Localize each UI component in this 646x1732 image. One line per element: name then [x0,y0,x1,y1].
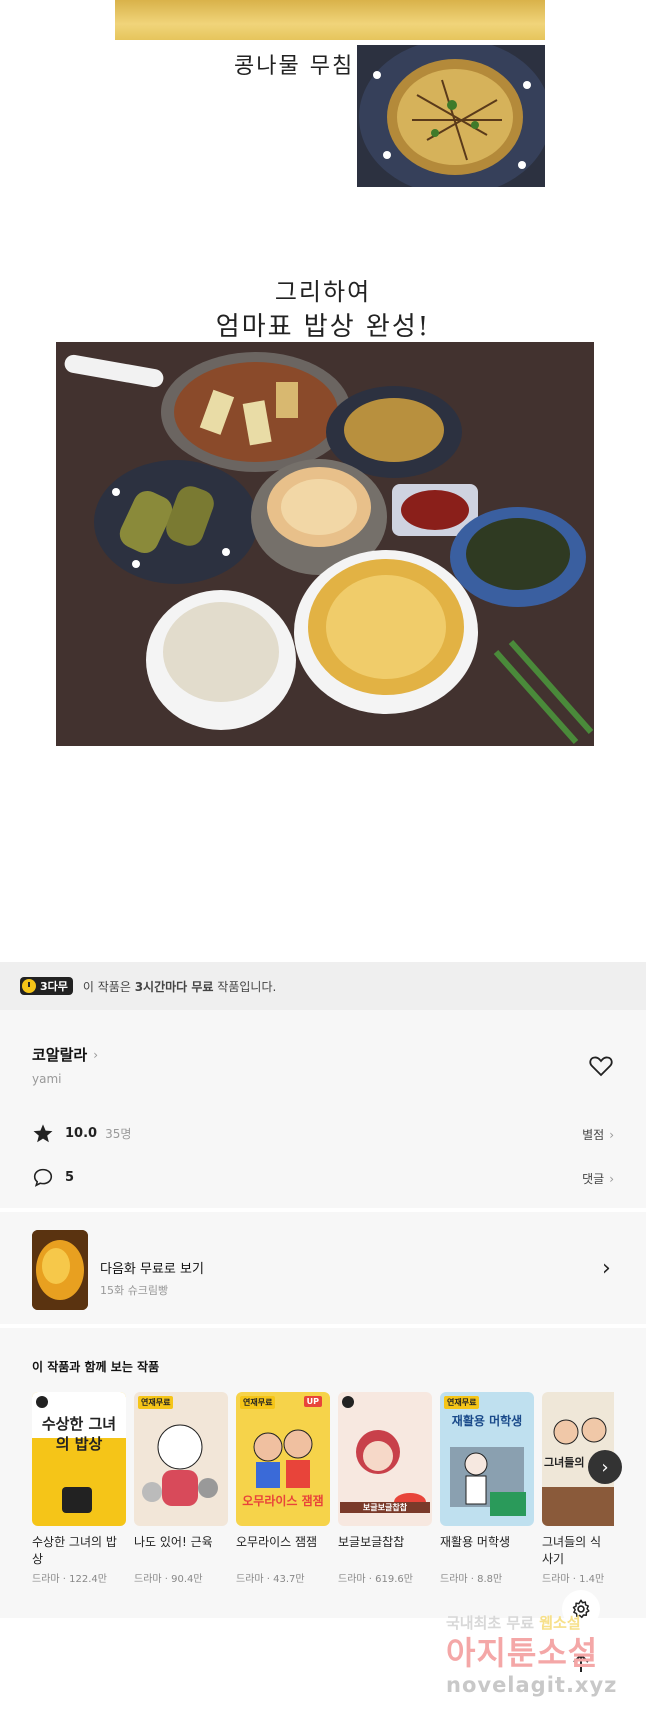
comments-row: 5 [32,1167,74,1188]
recommendation-cover: 연재무료 UP 오무라이스 잼잼 [236,1392,330,1526]
comments-link[interactable]: 댓글 › [582,1170,614,1187]
clock-icon [36,1396,48,1408]
rating-value: 10.0 [65,1126,98,1141]
recommendation-meta: 드라마 · 90.4만 [134,1574,203,1585]
work-title: 코알랄라 [32,1046,88,1064]
recommendation-item[interactable]: 연재무료 UP 오무라이스 잼잼 오무라이스 잼잼 드라마 · 43.7만 [236,1392,330,1585]
recommendation-title: 수상한 그녀의 밥상 [32,1535,117,1566]
next-episode-card[interactable]: 다음화 무료로 보기 15화 슈크림빵 › [0,1212,646,1324]
clock-icon [22,979,36,993]
rating-link[interactable]: 별점 › [582,1126,614,1143]
heart-icon[interactable] [589,1055,613,1077]
carousel-next-button[interactable]: › [588,1450,622,1484]
recommendation-title: 보글보글찹찹 [338,1535,405,1549]
recommendation-meta: 드라마 · 8.8만 [440,1574,503,1585]
home-meal-table-image [56,342,594,746]
comic-caption-line1: 그리하여 [274,278,372,306]
comic-viewer: 콩나물 무침 그리하여 엄마표 밥상 완성! [0,0,646,960]
cover-title: 오무라이스 잼잼 [242,1494,324,1508]
next-episode-thumbnail [32,1230,88,1310]
recommendations-heading: 이 작품과 함께 보는 작품 [32,1360,160,1374]
watermark-line2: 아지툰소설 [446,1634,599,1672]
recommendation-cover: 수상한 그녀의 밥상 [32,1392,126,1526]
cover-title: 보글보글찹찹 [340,1502,430,1513]
recommendation-cover: 연재무료 [134,1392,228,1526]
chevron-right-icon: › [609,1127,614,1142]
recommendation-meta: 드라마 · 122.4만 [32,1574,107,1585]
free-info-text: 이 작품은 3시간마다 무료 작품입니다. [82,979,277,994]
recommendation-item[interactable]: 연재무료 재활용 머학생 재활용 머학생 드라마 · 8.8만 [440,1392,534,1585]
speech-bubble-icon [33,1168,53,1187]
rating-count: 35명 [105,1127,132,1141]
cover-title: 수상한 그녀의 밥상 [41,1415,117,1453]
site-watermark: 국내최초 무료 웹소설 아지툰소설 novelagit.xyz [446,1612,646,1697]
work-author: yami [32,1072,62,1086]
recommendation-cover: 보글보글찹찹 [338,1392,432,1526]
recommendation-title: 재활용 머학생 [440,1535,511,1549]
star-icon [33,1124,53,1143]
recommendation-item[interactable]: 보글보글찹찹 보글보글찹찹 드라마 · 619.6만 [338,1392,432,1585]
next-episode-title: 다음화 무료로 보기 [100,1262,204,1277]
work-title-link[interactable]: 코알랄라 › [32,1044,98,1065]
recommendation-meta: 드라마 · 1.4만 [542,1574,605,1585]
comic-caption-line2: 엄마표 밥상 완성! [215,312,431,342]
recommendation-item[interactable]: 그녀들의 그녀들의 식사기 드라마 · 1.4만 [542,1392,614,1585]
recommendation-title: 오무라이스 잼잼 [236,1535,318,1549]
recommendation-title: 나도 있어! 근육 [134,1535,213,1549]
soup-image-top [115,0,545,40]
sprouts-dish-image [357,45,545,187]
free-info-bar: 3다무 이 작품은 3시간마다 무료 작품입니다. [0,962,646,1010]
chevron-right-icon: › [93,1047,99,1062]
recommendation-meta: 드라마 · 43.7만 [236,1574,305,1585]
comments-count: 5 [65,1170,75,1185]
recommendation-title: 그녀들의 식사기 [542,1535,602,1566]
work-info-card: 코알랄라 › yami 10.0 35명 별점 › 5 댓글 › [0,1010,646,1208]
chevron-right-icon[interactable]: › [602,1256,611,1281]
recommendation-item[interactable]: 연재무료 나도 있어! 근육 드라마 · 90.4만 [134,1392,228,1585]
chevron-right-icon: › [609,1171,614,1186]
recommendation-item[interactable]: 수상한 그녀의 밥상 수상한 그녀의 밥상 드라마 · 122.4만 [32,1392,126,1585]
comic-caption-sprouts: 콩나물 무침 [234,54,355,79]
recommendations-section: 이 작품과 함께 보는 작품 수상한 그녀의 밥상 수상한 그녀의 밥상 드라마… [0,1328,646,1618]
free-badge: 3다무 [20,977,73,995]
recommendation-cover: 연재무료 재활용 머학생 [440,1392,534,1526]
next-episode-subtitle: 15화 슈크림빵 [100,1284,169,1297]
cover-title: 그녀들의 [544,1456,585,1469]
watermark-line1: 국내최초 무료 웹소설 [446,1614,581,1632]
chevron-right-icon: › [601,1456,609,1478]
watermark-line3: novelagit.xyz [446,1673,618,1697]
rating-row: 10.0 35명 [32,1123,131,1144]
recommendation-meta: 드라마 · 619.6만 [338,1574,413,1585]
